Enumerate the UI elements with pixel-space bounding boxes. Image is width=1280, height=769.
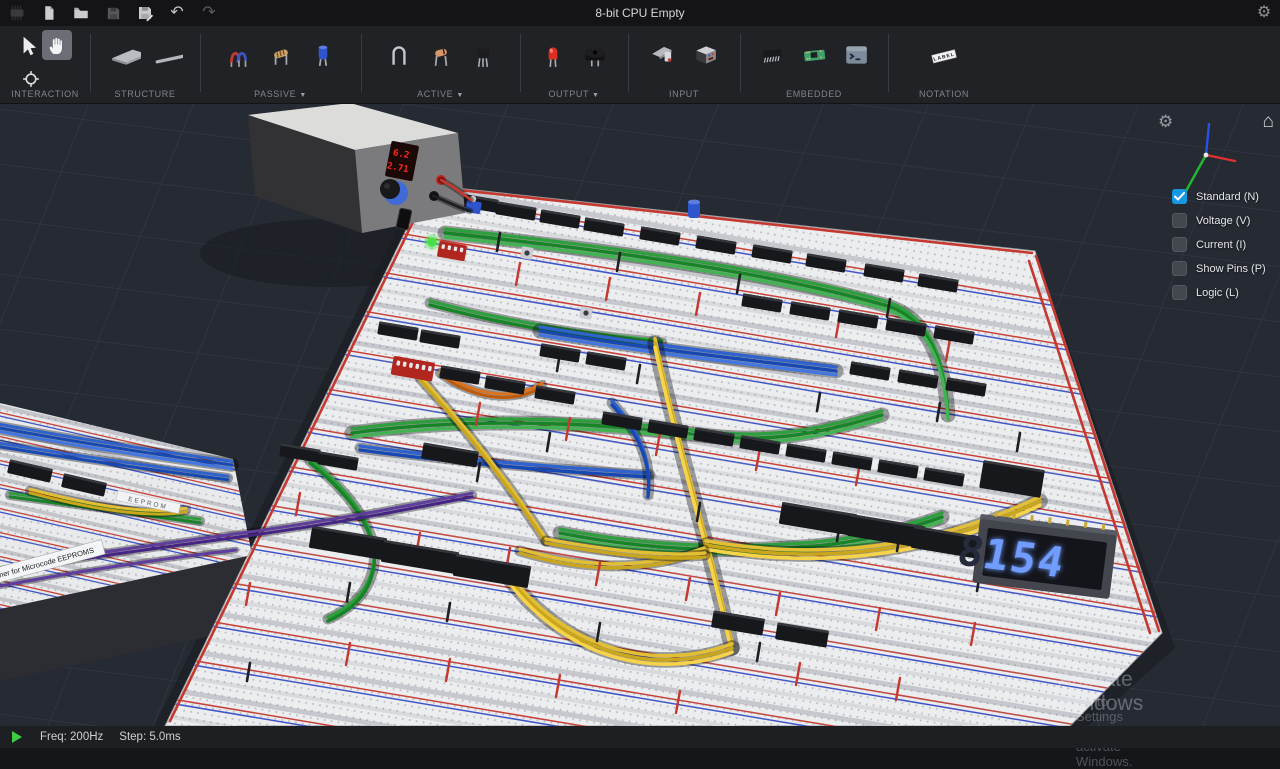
checkbox-row-voltage[interactable]: Voltage (V) [1172,213,1266,228]
checkbox-row-standard[interactable]: Standard (N) [1172,189,1266,204]
toolbar-group-label[interactable]: OUTPUT ▼ [520,89,628,99]
tool-buzzer-icon[interactable] [578,38,612,72]
checkbox-unchecked[interactable] [1172,237,1187,252]
toolbar-group-label: STRUCTURE [90,89,200,99]
toolbar-group-label: EMBEDDED [740,89,888,99]
checkbox-row-logic[interactable]: Logic (L) [1172,285,1266,300]
redo-icon[interactable]: ↷ [198,2,220,24]
toolbar-group-embedded: EMBEDDED [740,26,888,103]
tool-dip-chip-icon[interactable] [755,38,789,72]
toolbar-group-input: INPUT [628,26,740,103]
tool-transistor-icon[interactable] [466,38,500,72]
simulation-status-bar: Freq: 200Hz Step: 5.0ms [0,726,1280,748]
component-toolbar: INTERACTIONSTRUCTUREPASSIVE ▼ACTIVE ▼OUT… [0,26,1280,104]
checkbox-unchecked[interactable] [1172,261,1187,276]
tool-led-icon[interactable] [536,38,570,72]
checkbox-row-current[interactable]: Current (I) [1172,237,1266,252]
checkbox-label: Standard (N) [1196,191,1259,203]
toolbar-group-label: NOTATION [888,89,1000,99]
save-as-icon[interactable] [134,2,156,24]
tool-mcu-board-icon[interactable] [797,38,831,72]
toolbar-group-label: INPUT [628,89,740,99]
scene-3d-viewport[interactable]: 6.2 2.71 8 154 EEPROM mer for Microcode … [0,103,1280,726]
play-icon[interactable] [12,731,22,743]
render-mode-checkboxes: Standard (N) Voltage (V) Current (I) Show P… [1172,189,1266,300]
home-view-icon[interactable]: ⌂ [1263,111,1274,133]
scene-render[interactable]: 6.2 2.71 8 154 EEPROM mer for Microcode … [0,103,1280,726]
tool-rod-icon[interactable] [149,38,183,72]
toolbar-group-passive: PASSIVE ▼ [200,26,361,103]
tool-switch-icon[interactable] [646,38,680,72]
viewport-gear-icon[interactable]: ⚙ [1158,112,1173,132]
toolbar-group-label[interactable]: ACTIVE ▼ [361,89,520,99]
checkbox-label: Logic (L) [1196,287,1239,299]
toolbar-group-label[interactable]: PASSIVE ▼ [200,89,361,99]
checkbox-checked[interactable] [1172,189,1187,204]
svg-text:154: 154 [979,529,1070,587]
tool-diode-icon[interactable] [424,38,458,72]
toolbar-group-notation: LABEL NOTATION [888,26,1000,103]
tool-resistor-icon[interactable] [264,38,298,72]
save-icon[interactable] [102,2,124,24]
toolbar-group-structure: STRUCTURE [90,26,200,103]
checkbox-unchecked[interactable] [1172,285,1187,300]
tool-jumper-wires-icon[interactable] [222,38,256,72]
toolbar-group-active: ACTIVE ▼ [361,26,520,103]
tool-terminal-icon[interactable] [839,38,873,72]
sim-frequency: Freq: 200Hz [40,731,103,743]
checkbox-label: Voltage (V) [1196,215,1250,227]
checkbox-row-show[interactable]: Show Pins (P) [1172,261,1266,276]
tool-cursor-icon[interactable] [14,32,44,62]
toolbar-group-output: OUTPUT ▼ [520,26,628,103]
checkbox-unchecked[interactable] [1172,213,1187,228]
tool-pan-hand-icon[interactable] [42,30,72,60]
title-bar: ↶↷ 8-bit CPU Empty ⚙ [0,0,1280,26]
checkbox-label: Show Pins (P) [1196,263,1266,275]
sim-step: Step: 5.0ms [119,731,180,743]
svg-text:LABEL: LABEL [933,52,956,63]
tool-capacitor-icon[interactable] [306,38,340,72]
toolbar-group-label: INTERACTION [0,89,90,99]
undo-icon[interactable]: ↶ [166,2,188,24]
app-logo-chip-icon [6,2,28,24]
toolbar-group-interaction: INTERACTION [0,26,90,103]
settings-gear-icon[interactable]: ⚙ [1254,2,1274,22]
open-folder-icon[interactable] [70,2,92,24]
tool-label-tag-icon[interactable]: LABEL [927,38,961,72]
checkbox-label: Current (I) [1196,239,1246,251]
tool-power-supply-icon[interactable] [688,38,722,72]
tool-bent-wire-icon[interactable] [382,38,416,72]
tool-breadboard-icon[interactable] [107,38,141,72]
new-file-icon[interactable] [38,2,60,24]
